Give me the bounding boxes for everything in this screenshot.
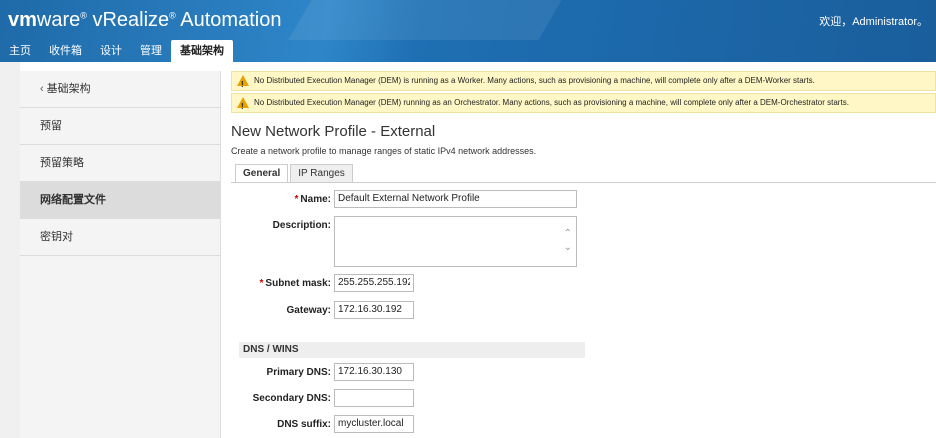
registered-mark-2: ® — [169, 10, 176, 21]
logo-vm: vm — [8, 9, 37, 31]
warning-icon — [237, 97, 249, 112]
tab-general[interactable]: General — [235, 164, 289, 182]
required-marker: * — [294, 194, 299, 205]
form-tabs: General IP Ranges — [235, 164, 355, 182]
top-header: vmware® vRealize® Automation 欢迎，Administ… — [0, 0, 936, 62]
description-label: Description: — [272, 220, 331, 231]
subnet-row: * Subnet mask: — [231, 274, 731, 294]
dns-suffix-row: DNS suffix: — [231, 415, 731, 435]
sidebar-item-label: 基础架构 — [46, 83, 91, 95]
tab-ip-ranges[interactable]: IP Ranges — [290, 164, 353, 182]
page-title: New Network Profile - External — [231, 123, 436, 140]
dns-suffix-label: DNS suffix: — [277, 419, 331, 430]
alert-text: No Distributed Execution Manager (DEM) r… — [254, 98, 849, 107]
subnet-label: * Subnet mask: — [191, 274, 331, 294]
tab-design[interactable]: 设计 — [91, 40, 131, 62]
product-logo: vmware® vRealize® Automation — [8, 9, 281, 32]
main-tabs: 主页 收件箱 设计 管理 基础架构 — [0, 40, 233, 62]
welcome-user[interactable]: 欢迎，Administrator。 — [819, 13, 928, 29]
chevron-left-icon: ‹ — [40, 83, 44, 95]
alert-dem-worker: No Distributed Execution Manager (DEM) i… — [231, 71, 936, 91]
left-gutter — [0, 62, 20, 438]
tab-divider — [231, 182, 936, 183]
name-label: * Name: — [191, 190, 331, 210]
dns-wins-section-header: DNS / WINS — [239, 342, 585, 358]
secondary-dns-label: Secondary DNS: — [252, 393, 331, 404]
registered-mark: ® — [80, 10, 87, 21]
sidebar-item-label: 预留策略 — [40, 157, 84, 169]
gateway-label: Gateway: — [286, 305, 331, 316]
tab-home[interactable]: 主页 — [0, 40, 40, 62]
sidebar-item-reservation-policies[interactable]: 预留策略 — [20, 145, 220, 182]
logo-product: vRealize — [86, 9, 170, 31]
alert-text: No Distributed Execution Manager (DEM) i… — [254, 76, 815, 85]
required-marker: * — [259, 278, 264, 289]
description-textarea[interactable]: ⌃ ⌄ — [334, 216, 577, 267]
tab-inbox[interactable]: 收件箱 — [40, 40, 91, 62]
primary-dns-label: Primary DNS: — [266, 367, 331, 378]
sidebar-item-network-profiles[interactable]: 网络配置文件 — [20, 182, 220, 219]
description-row: Description: ⌃ ⌄ — [231, 216, 731, 268]
primary-dns-input[interactable] — [334, 363, 414, 381]
sidebar-item-back-infrastructure[interactable]: ‹ 基础架构 — [20, 71, 220, 108]
alert-dem-orchestrator: No Distributed Execution Manager (DEM) r… — [231, 93, 936, 113]
logo-product-2: Automation — [175, 9, 282, 31]
name-label-text: Name: — [300, 194, 331, 205]
sidebar-item-key-pairs[interactable]: 密钥对 — [20, 219, 220, 256]
textarea-scroll-arrows[interactable]: ⌃ ⌄ — [564, 227, 572, 255]
gateway-input[interactable] — [334, 301, 414, 319]
primary-dns-row: Primary DNS: — [231, 363, 731, 383]
dns-suffix-input[interactable] — [334, 415, 414, 433]
secondary-dns-input[interactable] — [334, 389, 414, 407]
sidebar-item-reservations[interactable]: 预留 — [20, 108, 220, 145]
main-content: No Distributed Execution Manager (DEM) i… — [231, 71, 936, 438]
tab-infrastructure[interactable]: 基础架构 — [171, 40, 233, 62]
logo-ware: ware — [36, 9, 81, 31]
warning-icon — [237, 75, 249, 90]
sidebar-item-label: 网络配置文件 — [40, 194, 106, 206]
tab-admin[interactable]: 管理 — [131, 40, 171, 62]
subnet-mask-input[interactable] — [334, 274, 414, 292]
name-input[interactable] — [334, 190, 577, 208]
sidebar-item-label: 密钥对 — [40, 231, 73, 243]
gateway-row: Gateway: — [231, 301, 731, 321]
secondary-dns-row: Secondary DNS: — [231, 389, 731, 409]
page-subtitle: Create a network profile to manage range… — [231, 146, 537, 156]
sidebar-item-label: 预留 — [40, 120, 62, 132]
name-row: * Name: — [231, 190, 731, 210]
subnet-label-text: Subnet mask: — [265, 278, 331, 289]
header-decoration — [288, 0, 562, 40]
